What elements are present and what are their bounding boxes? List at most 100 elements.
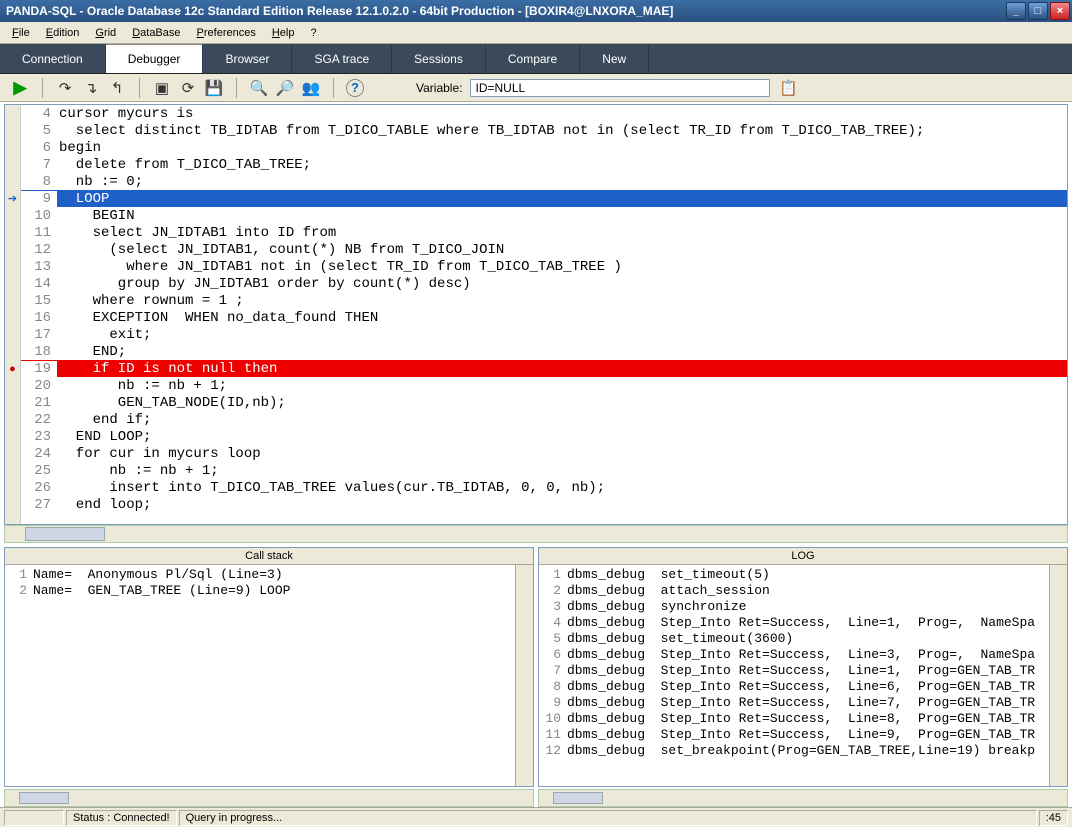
log-row[interactable]: 1dbms_debug set_timeout(5) — [539, 567, 1049, 583]
code-line[interactable]: 18 END; — [21, 343, 1067, 360]
step-out-button[interactable]: ↰ — [107, 78, 127, 98]
code-line[interactable]: 23 END LOOP; — [21, 428, 1067, 445]
gutter-blank[interactable] — [5, 139, 20, 156]
log-row[interactable]: 7dbms_debug Step_Into Ret=Success, Line=… — [539, 663, 1049, 679]
gutter-blank[interactable] — [5, 411, 20, 428]
tab-new[interactable]: New — [580, 44, 649, 73]
code-line[interactable]: 13 where JN_IDTAB1 not in (select TR_ID … — [21, 258, 1067, 275]
code-scroll[interactable]: 4cursor mycurs is5 select distinct TB_ID… — [21, 105, 1067, 524]
refresh-button[interactable]: ⟳ — [178, 78, 198, 98]
code-line[interactable]: 6begin — [21, 139, 1067, 156]
code-line[interactable]: 12 (select JN_IDTAB1, count(*) NB from T… — [21, 241, 1067, 258]
close-button[interactable]: × — [1050, 2, 1070, 20]
code-line[interactable]: 10 BEGIN — [21, 207, 1067, 224]
tab-sessions[interactable]: Sessions — [392, 44, 486, 73]
code-line[interactable]: 7 delete from T_DICO_TAB_TREE; — [21, 156, 1067, 173]
maximize-button[interactable]: □ — [1028, 2, 1048, 20]
tab-sga-trace[interactable]: SGA trace — [292, 44, 392, 73]
gutter-blank[interactable] — [5, 377, 20, 394]
menu-item-help[interactable]: Help — [264, 25, 303, 41]
log-hscrollbar[interactable] — [538, 789, 1068, 807]
gutter-blank[interactable] — [5, 343, 20, 360]
stop-button[interactable]: ▣ — [152, 78, 172, 98]
log-row[interactable]: 5dbms_debug set_timeout(3600) — [539, 631, 1049, 647]
gutter-blank[interactable] — [5, 462, 20, 479]
code-line[interactable]: 19 if ID is not null then — [21, 360, 1067, 377]
menu-item-edition[interactable]: Edition — [38, 25, 88, 41]
find-people-button[interactable]: 👥 — [301, 78, 321, 98]
gutter-blank[interactable] — [5, 428, 20, 445]
tab-connection[interactable]: Connection — [0, 44, 106, 73]
code-line[interactable]: 25 nb := nb + 1; — [21, 462, 1067, 479]
find-next-button[interactable]: 🔎 — [275, 78, 295, 98]
log-row[interactable]: 3dbms_debug synchronize — [539, 599, 1049, 615]
log-vscrollbar[interactable] — [1049, 565, 1067, 786]
code-line[interactable]: 26 insert into T_DICO_TAB_TREE values(cu… — [21, 479, 1067, 496]
editor-hscrollbar[interactable] — [4, 525, 1068, 543]
gutter-blank[interactable] — [5, 496, 20, 513]
gutter-blank[interactable] — [5, 156, 20, 173]
step-into-button[interactable]: ↴ — [81, 78, 101, 98]
help-button[interactable]: ? — [346, 79, 364, 97]
callstack-hscrollbar[interactable] — [4, 789, 534, 807]
code-line[interactable]: 8 nb := 0; — [21, 173, 1067, 190]
log-row[interactable]: 10dbms_debug Step_Into Ret=Success, Line… — [539, 711, 1049, 727]
code-line[interactable]: 22 end if; — [21, 411, 1067, 428]
log-row[interactable]: 12dbms_debug set_breakpoint(Prog=GEN_TAB… — [539, 743, 1049, 759]
gutter-blank[interactable] — [5, 275, 20, 292]
run-button[interactable]: ▶ — [10, 78, 30, 98]
callstack-vscrollbar[interactable] — [515, 565, 533, 786]
gutter-blank[interactable] — [5, 241, 20, 258]
code-line[interactable]: 20 nb := nb + 1; — [21, 377, 1067, 394]
log-body[interactable]: 1dbms_debug set_timeout(5)2dbms_debug at… — [539, 565, 1049, 786]
code-line[interactable]: 4cursor mycurs is — [21, 105, 1067, 122]
gutter-blank[interactable] — [5, 394, 20, 411]
code-line[interactable]: 5 select distinct TB_IDTAB from T_DICO_T… — [21, 122, 1067, 139]
tab-compare[interactable]: Compare — [486, 44, 580, 73]
code-line[interactable]: 14 group by JN_IDTAB1 order by count(*) … — [21, 275, 1067, 292]
tab-browser[interactable]: Browser — [203, 44, 292, 73]
tab-debugger[interactable]: Debugger — [106, 44, 204, 73]
code-editor[interactable]: ➔ ● 4cursor mycurs is5 select distinct TB… — [4, 104, 1068, 525]
callstack-body[interactable]: 1Name= Anonymous Pl/Sql (Line=3)2Name= G… — [5, 565, 515, 786]
code-line[interactable]: 21 GEN_TAB_NODE(ID,nb); — [21, 394, 1067, 411]
gutter-blank[interactable] — [5, 445, 20, 462]
find-button[interactable]: 🔍 — [249, 78, 269, 98]
variable-input[interactable] — [470, 79, 770, 97]
log-row[interactable]: 11dbms_debug Step_Into Ret=Success, Line… — [539, 727, 1049, 743]
code-line[interactable]: 9 LOOP — [21, 190, 1067, 207]
menu-item-database[interactable]: DataBase — [124, 25, 188, 41]
gutter-blank[interactable] — [5, 479, 20, 496]
gutter-blank[interactable] — [5, 207, 20, 224]
menu-item-?[interactable]: ? — [302, 25, 324, 41]
gutter-blank[interactable] — [5, 326, 20, 343]
gutter-blank[interactable] — [5, 309, 20, 326]
gutter-blank[interactable] — [5, 224, 20, 241]
code-line[interactable]: 24 for cur in mycurs loop — [21, 445, 1067, 462]
exec-pointer-icon[interactable]: ➔ — [5, 190, 20, 207]
menu-item-grid[interactable]: Grid — [87, 25, 124, 41]
gutter-blank[interactable] — [5, 105, 20, 122]
code-line[interactable]: 17 exit; — [21, 326, 1067, 343]
menu-item-preferences[interactable]: Preferences — [189, 25, 264, 41]
log-row[interactable]: 2dbms_debug attach_session — [539, 583, 1049, 599]
log-row[interactable]: 8dbms_debug Step_Into Ret=Success, Line=… — [539, 679, 1049, 695]
minimize-button[interactable]: _ — [1006, 2, 1026, 20]
code-line[interactable]: 16 EXCEPTION WHEN no_data_found THEN — [21, 309, 1067, 326]
variable-apply-button[interactable]: 📋 — [778, 78, 798, 98]
code-line[interactable]: 11 select JN_IDTAB1 into ID from — [21, 224, 1067, 241]
callstack-row[interactable]: 1Name= Anonymous Pl/Sql (Line=3) — [5, 567, 515, 583]
code-line[interactable]: 15 where rownum = 1 ; — [21, 292, 1067, 309]
gutter-blank[interactable] — [5, 258, 20, 275]
save-button[interactable]: 💾 — [204, 78, 224, 98]
gutter-blank[interactable] — [5, 292, 20, 309]
code-line[interactable]: 27 end loop; — [21, 496, 1067, 513]
callstack-row[interactable]: 2Name= GEN_TAB_TREE (Line=9) LOOP — [5, 583, 515, 599]
gutter-blank[interactable] — [5, 122, 20, 139]
gutter-blank[interactable] — [5, 173, 20, 190]
log-row[interactable]: 6dbms_debug Step_Into Ret=Success, Line=… — [539, 647, 1049, 663]
menu-item-file[interactable]: File — [4, 25, 38, 41]
step-over-button[interactable]: ↷ — [55, 78, 75, 98]
breakpoint-icon[interactable]: ● — [5, 360, 20, 377]
log-row[interactable]: 4dbms_debug Step_Into Ret=Success, Line=… — [539, 615, 1049, 631]
